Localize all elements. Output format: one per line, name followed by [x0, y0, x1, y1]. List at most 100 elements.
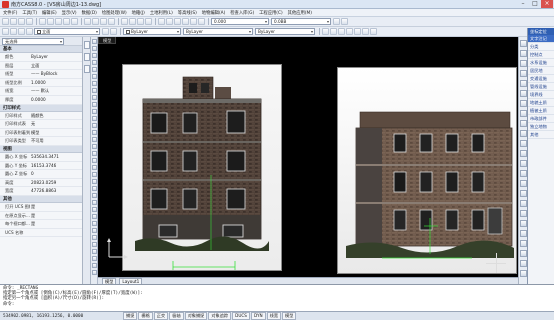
drawing-canvas[interactable]: 模型	[98, 37, 518, 284]
modify-tool-icon[interactable]	[520, 170, 527, 177]
rotate-icon[interactable]	[338, 28, 345, 35]
property-row[interactable]: 在原点显示... 是	[0, 212, 82, 221]
properties-section-header[interactable]: 其他	[0, 195, 82, 203]
undo-icon[interactable]	[63, 18, 70, 25]
draw-line-icon[interactable]	[158, 18, 165, 25]
copy-icon[interactable]	[47, 18, 54, 25]
property-row[interactable]: 线型比例 1.0000	[0, 79, 82, 88]
property-row[interactable]: 颜色 ByLayer	[0, 53, 82, 62]
property-value[interactable]: 是	[30, 203, 82, 211]
property-value[interactable]: 无	[30, 120, 82, 128]
modify-tool-icon[interactable]	[520, 40, 527, 47]
color-select[interactable]: ByLayer	[123, 28, 181, 35]
menu-item[interactable]: 文件(F)	[3, 10, 17, 16]
lineweight-select[interactable]: ByLayer	[255, 28, 315, 35]
screen-menu-item[interactable]: 交通设施	[528, 75, 554, 83]
design-center-icon[interactable]	[129, 18, 136, 25]
property-row[interactable]: UCS 名称	[0, 229, 82, 238]
draw-tool-icon[interactable]	[92, 144, 97, 149]
screen-menu-item[interactable]: 其他	[528, 131, 554, 139]
modify-tool-icon[interactable]	[520, 220, 527, 227]
status-toggle-button[interactable]: 正交	[153, 312, 169, 320]
screen-menu-item[interactable]: 水系设施	[528, 59, 554, 67]
draw-polyline-icon[interactable]	[166, 18, 173, 25]
redo-icon[interactable]	[71, 18, 78, 25]
modify-tool-icon[interactable]	[520, 230, 527, 237]
draw-tool-icon[interactable]	[92, 214, 97, 219]
screen-menu-header[interactable]: 坐标定位	[528, 28, 554, 35]
status-toggle-button[interactable]: 捕捉	[123, 312, 138, 320]
draw-tool-icon[interactable]	[92, 123, 97, 128]
property-row[interactable]: 打印表附着到 模型	[0, 129, 82, 138]
draw-tool-icon[interactable]	[92, 270, 97, 275]
status-toggle-button[interactable]: DYN	[250, 312, 266, 320]
property-value[interactable]: 1.0000	[30, 79, 82, 87]
property-row[interactable]: 厚度 0.0000	[0, 96, 82, 105]
palette-tab[interactable]	[84, 65, 90, 73]
menu-item[interactable]: 等高线(S)	[178, 10, 197, 16]
menu-item[interactable]: 工具(T)	[22, 10, 37, 16]
property-value[interactable]: 立面	[30, 62, 82, 70]
status-toggle-button[interactable]: 对象追踪	[208, 312, 232, 320]
property-row[interactable]: 每个视口都... 是	[0, 220, 82, 229]
status-toggle-button[interactable]: 极轴	[169, 312, 184, 320]
status-toggle-button[interactable]: 对象捕捉	[184, 312, 208, 320]
modify-tool-icon[interactable]	[520, 200, 527, 207]
open-file-icon[interactable]	[10, 18, 17, 25]
tool-palette-icon[interactable]	[137, 18, 144, 25]
modify-tool-icon[interactable]	[520, 210, 527, 217]
property-value[interactable]: 47726.8863	[30, 187, 82, 195]
property-value[interactable]: 20823.0259	[30, 179, 82, 187]
command-line[interactable]: 命令: _RECTANG 指定第一个角点或 [倒角(C)/标高(E)/圆角(F)/…	[0, 284, 554, 311]
property-row[interactable]: 圆心 Y 坐标 16153.3746	[0, 162, 82, 171]
screen-menu-item[interactable]: 地貌土质	[528, 99, 554, 107]
pan-icon[interactable]	[84, 18, 91, 25]
property-row[interactable]: 高度 20823.0259	[0, 179, 82, 188]
screen-menu-item[interactable]: 独立地物	[528, 123, 554, 131]
zoom-previous-icon[interactable]	[108, 18, 115, 25]
property-row[interactable]: 线型 —— ByBlock	[0, 70, 82, 79]
screen-menu-item[interactable]: 控制点	[528, 51, 554, 59]
property-value[interactable]: 是	[30, 220, 82, 228]
draw-tool-icon[interactable]	[92, 263, 97, 268]
screen-menu-item[interactable]: 境界线	[528, 91, 554, 99]
zoom-window-icon[interactable]	[100, 18, 107, 25]
draw-tool-icon[interactable]	[92, 137, 97, 142]
draw-tool-icon[interactable]	[92, 172, 97, 177]
draw-tool-icon[interactable]	[92, 39, 97, 44]
menu-item[interactable]: 编辑(E)	[42, 10, 57, 16]
property-value[interactable]: 535634.3471	[30, 153, 82, 161]
text-style-select[interactable]: 0.000	[211, 18, 269, 25]
property-value[interactable]: —— 默认	[30, 87, 82, 95]
property-value[interactable]: 模型	[30, 129, 82, 137]
layer-properties-icon[interactable]	[2, 28, 9, 35]
menu-item[interactable]: 绘图处理(W)	[102, 10, 127, 16]
palette-tab[interactable]	[84, 41, 90, 49]
modify-tool-icon[interactable]	[520, 240, 527, 247]
cut-icon[interactable]	[39, 18, 46, 25]
draw-tool-icon[interactable]	[92, 46, 97, 51]
menu-item[interactable]: 工程应用(C)	[259, 10, 283, 16]
draw-tool-icon[interactable]	[92, 130, 97, 135]
linetype-select[interactable]: ByLayer	[183, 28, 253, 35]
modify-tool-icon[interactable]	[520, 190, 527, 197]
selection-select[interactable]: 无选择	[2, 37, 64, 45]
draw-tool-icon[interactable]	[92, 193, 97, 198]
draw-tool-icon[interactable]	[92, 60, 97, 65]
menu-item[interactable]: 其他应用(M)	[288, 10, 312, 16]
menu-item[interactable]: 土地利用(L)	[150, 10, 173, 16]
screen-menu-item[interactable]: 分类	[528, 43, 554, 51]
palette-tab[interactable]	[84, 53, 90, 61]
draw-tool-icon[interactable]	[92, 256, 97, 261]
menu-item[interactable]: 数据(D)	[82, 10, 97, 16]
draw-tool-icon[interactable]	[92, 74, 97, 79]
draw-tool-icon[interactable]	[92, 151, 97, 156]
lightbulb-icon[interactable]	[10, 28, 17, 35]
trim-icon[interactable]	[354, 28, 361, 35]
screen-menu-item[interactable]: 植被土质	[528, 107, 554, 115]
draw-tool-icon[interactable]	[92, 67, 97, 72]
property-row[interactable]: 圆心 Z 坐标 0	[0, 170, 82, 179]
draw-tool-icon[interactable]	[92, 207, 97, 212]
paste-icon[interactable]	[55, 18, 62, 25]
modify-tool-icon[interactable]	[520, 160, 527, 167]
